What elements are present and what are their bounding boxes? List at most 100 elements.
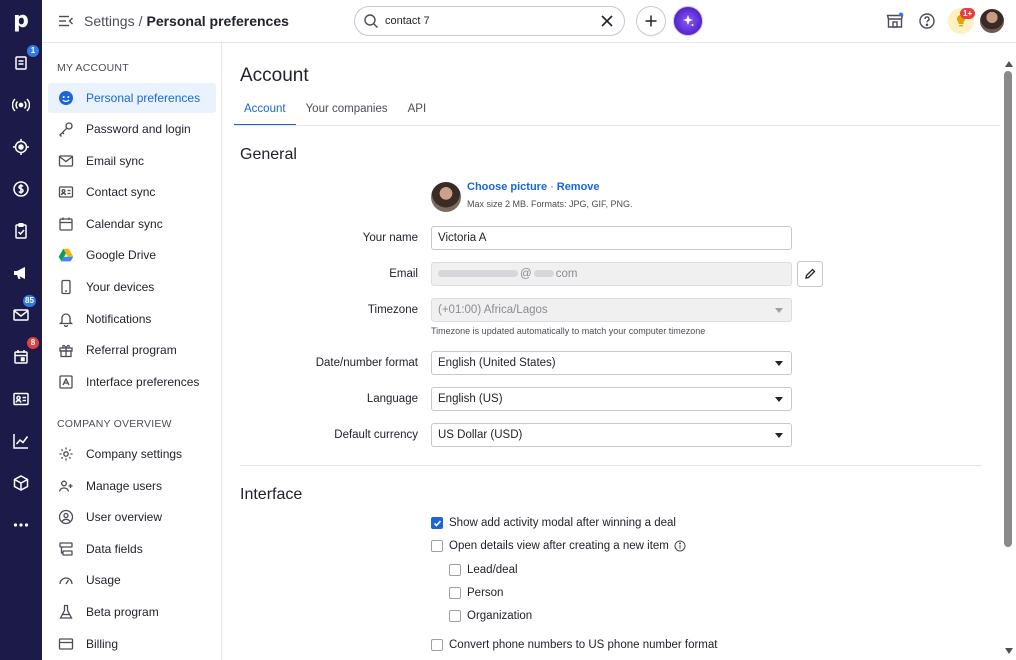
sidebar-item-your-devices[interactable]: Your devices xyxy=(48,272,216,302)
language-label: Language xyxy=(366,393,418,405)
leads-inbox-icon xyxy=(15,56,27,70)
close-icon[interactable] xyxy=(600,14,614,28)
checkbox-unchecked[interactable] xyxy=(431,639,443,651)
checkbox-label: Person xyxy=(467,587,504,599)
checkbox-open-details-view[interactable]: Open details view after creating a new i… xyxy=(431,540,686,552)
pipedrive-logo[interactable]: p xyxy=(0,0,42,40)
dollar-circle-icon xyxy=(13,181,29,197)
rail-leads-button[interactable]: 1 xyxy=(0,45,42,78)
rail-pipeline-button[interactable] xyxy=(0,132,42,162)
edit-email-button[interactable] xyxy=(797,261,823,287)
collapse-menu-icon[interactable] xyxy=(58,13,74,29)
checkbox-unchecked[interactable] xyxy=(449,564,461,576)
contact-card-icon xyxy=(57,183,75,201)
rail-campaigns-button[interactable] xyxy=(0,258,42,288)
my-account-section-title: MY ACCOUNT xyxy=(57,62,129,74)
search-box[interactable] xyxy=(354,6,625,36)
company-overview-section-title: COMPANY OVERVIEW xyxy=(57,418,172,430)
choose-picture-link[interactable]: Choose picture xyxy=(467,181,547,193)
checkbox-unchecked[interactable] xyxy=(449,610,461,622)
rail-activities-button[interactable] xyxy=(0,216,42,246)
tab-account[interactable]: Account xyxy=(234,99,296,126)
timezone-label: Timezone xyxy=(367,304,418,316)
plus-icon xyxy=(645,15,657,27)
sidebar-item-manage-users[interactable]: Manage users xyxy=(48,471,216,501)
currency-select[interactable]: US Dollar (USD) xyxy=(431,423,792,447)
ai-assistant-button[interactable] xyxy=(673,6,703,36)
help-icon[interactable] xyxy=(918,12,936,30)
more-dots-icon xyxy=(13,523,29,527)
quick-add-button[interactable] xyxy=(636,6,666,36)
tab-your-companies[interactable]: Your companies xyxy=(296,99,398,126)
broadcast-icon xyxy=(12,98,30,112)
sidebar-item-data-fields[interactable]: Data fields xyxy=(48,534,216,564)
rail-deals-button[interactable] xyxy=(0,90,42,120)
search-input[interactable] xyxy=(385,13,585,29)
language-select[interactable]: English (US) xyxy=(431,387,792,411)
checkbox-person[interactable]: Person xyxy=(449,587,503,599)
remove-picture-link[interactable]: Remove xyxy=(557,181,600,193)
breadcrumb-settings-link[interactable]: Settings xyxy=(84,13,135,29)
box-icon xyxy=(13,475,29,491)
sidebar-item-label: Beta program xyxy=(86,605,159,619)
sidebar-item-personal-preferences[interactable]: Personal preferences xyxy=(48,83,216,113)
sidebar-item-label: Referral program xyxy=(86,343,177,357)
sidebar-item-email-sync[interactable]: Email sync xyxy=(48,146,216,176)
scroll-up-arrow[interactable] xyxy=(1005,61,1013,67)
interface-icon xyxy=(57,373,75,391)
rail-mail-button[interactable]: 85 xyxy=(0,295,42,330)
mail-icon xyxy=(13,309,29,321)
checkbox-convert-phone-numbers[interactable]: Convert phone numbers to US phone number… xyxy=(431,639,717,651)
sidebar-item-password-login[interactable]: Password and login xyxy=(48,114,216,144)
user-avatar[interactable] xyxy=(980,9,1004,33)
rail-money-button[interactable] xyxy=(0,174,42,204)
checkbox-organization[interactable]: Organization xyxy=(449,610,532,622)
scroll-thumb[interactable] xyxy=(1004,71,1012,547)
sidebar-item-label: Email sync xyxy=(86,154,145,168)
envelope-icon xyxy=(57,152,75,170)
interface-section-title: Interface xyxy=(240,486,303,503)
date-format-value: English (United States) xyxy=(438,357,556,369)
rail-calendar-button[interactable]: 8 xyxy=(0,337,42,372)
sidebar-item-interface-preferences[interactable]: Interface preferences xyxy=(48,367,216,397)
chevron-down-icon xyxy=(775,397,783,402)
sidebar-item-contact-sync[interactable]: Contact sync xyxy=(48,177,216,207)
checkbox-checked[interactable] xyxy=(431,517,443,529)
email-redacted-part xyxy=(438,270,518,278)
marketplace-icon[interactable] xyxy=(886,12,904,30)
sidebar-item-google-drive[interactable]: Google Drive xyxy=(48,240,216,270)
scroll-down-arrow[interactable] xyxy=(1005,648,1013,654)
sidebar-item-referral-program[interactable]: Referral program xyxy=(48,335,216,365)
sidebar-item-billing[interactable]: Billing xyxy=(48,629,216,659)
sidebar-item-label: Company settings xyxy=(86,447,183,461)
date-format-select[interactable]: English (United States) xyxy=(431,351,792,375)
sidebar-item-calendar-sync[interactable]: Calendar sync xyxy=(48,209,216,239)
breadcrumb-current: Personal preferences xyxy=(146,13,289,29)
name-input[interactable]: Victoria A xyxy=(431,226,792,250)
rail-products-button[interactable] xyxy=(0,468,42,498)
timezone-value: (+01:00) Africa/Lagos xyxy=(438,304,548,316)
page-scrollbar[interactable] xyxy=(1002,43,1016,660)
checkbox-unchecked[interactable] xyxy=(449,587,461,599)
calendar-icon xyxy=(57,215,75,233)
pencil-icon xyxy=(805,268,816,279)
credit-card-icon xyxy=(57,635,75,653)
checkbox-label: Lead/deal xyxy=(467,564,518,576)
breadcrumb: Settings / Personal preferences xyxy=(84,13,289,29)
checkbox-add-activity-modal[interactable]: Show add activity modal after winning a … xyxy=(431,517,676,529)
tab-api[interactable]: API xyxy=(398,99,437,126)
rail-contacts-button[interactable] xyxy=(0,384,42,414)
sidebar-item-notifications[interactable]: Notifications xyxy=(48,304,216,334)
flask-icon xyxy=(57,603,75,621)
rail-insights-button[interactable] xyxy=(0,426,42,456)
sidebar-item-user-overview[interactable]: User overview xyxy=(48,502,216,532)
info-icon[interactable] xyxy=(674,540,686,552)
sidebar-item-label: Manage users xyxy=(86,479,163,493)
rail-more-button[interactable] xyxy=(0,510,42,540)
checkbox-lead-deal[interactable]: Lead/deal xyxy=(449,564,518,576)
sidebar-item-label: Calendar sync xyxy=(86,217,163,231)
sidebar-item-company-settings[interactable]: Company settings xyxy=(48,439,216,469)
sidebar-item-usage[interactable]: Usage xyxy=(48,565,216,595)
sidebar-item-beta-program[interactable]: Beta program xyxy=(48,597,216,627)
checkbox-unchecked[interactable] xyxy=(431,540,443,552)
